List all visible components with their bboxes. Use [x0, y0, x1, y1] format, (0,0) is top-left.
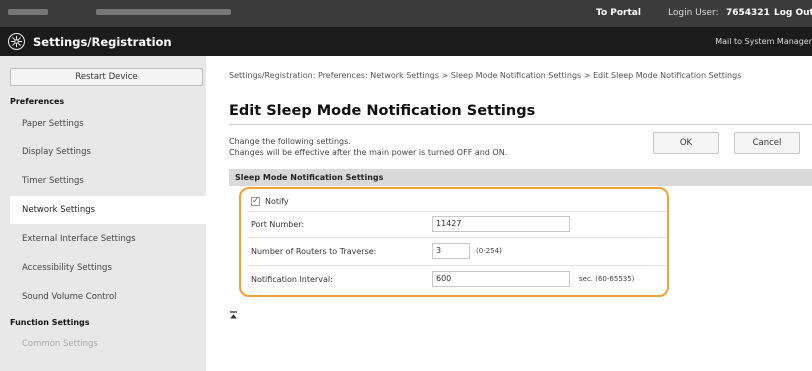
sidebar-item-sound-volume-control[interactable]: Sound Volume Control: [10, 283, 206, 311]
sidebar-item-network-settings[interactable]: Network Settings: [10, 196, 206, 224]
description-line-2: Changes will be effective after the main…: [229, 148, 508, 157]
sidebar: Restart Device Preferences Paper Setting…: [0, 56, 206, 371]
page-app-title: Settings/Registration: [33, 35, 172, 49]
blurred-text: [8, 9, 48, 15]
sidebar-item-common-settings[interactable]: Common Settings: [10, 330, 206, 358]
routers-range-hint: (0-254): [476, 247, 502, 255]
notify-label: Notify: [265, 197, 289, 206]
row-divider: [247, 211, 667, 212]
notification-interval-input[interactable]: 600: [432, 271, 570, 287]
title-bar: Settings/Registration Mail to System Man…: [0, 27, 812, 56]
interval-range-hint: sec. (60-65535): [579, 275, 635, 283]
port-number-label: Port Number:: [251, 220, 305, 229]
description-text: Change the following settings. Changes w…: [229, 136, 507, 158]
mail-to-system-manager-link[interactable]: Mail to System Manager: [715, 37, 812, 46]
sidebar-item-timer-settings[interactable]: Timer Settings: [10, 167, 206, 195]
ok-button[interactable]: OK: [653, 132, 719, 154]
top-bar: To Portal Login User: 7654321 Log Out: [0, 0, 812, 27]
routers-to-traverse-input[interactable]: 3: [432, 243, 470, 259]
cancel-button[interactable]: Cancel: [734, 132, 800, 154]
notify-checkbox[interactable]: ✓: [251, 196, 260, 206]
description-line-1: Change the following settings.: [229, 137, 351, 146]
row-divider: [247, 265, 667, 266]
sidebar-heading-preferences: Preferences: [10, 97, 65, 106]
restart-device-button[interactable]: Restart Device: [10, 68, 203, 86]
title-divider: [229, 124, 812, 125]
to-portal-link[interactable]: To Portal: [596, 8, 641, 18]
settings-logo-icon: [8, 33, 25, 50]
sidebar-heading-function-settings: Function Settings: [10, 318, 90, 327]
sidebar-item-display-settings[interactable]: Display Settings: [10, 138, 206, 166]
section-header: Sleep Mode Notification Settings: [229, 169, 812, 186]
logout-link[interactable]: Log Out: [774, 8, 812, 18]
login-user-value: 7654321: [726, 8, 770, 18]
routers-to-traverse-label: Number of Routers to Traverse:: [251, 247, 377, 256]
breadcrumb: Settings/Registration: Preferences: Netw…: [229, 71, 742, 80]
port-number-input[interactable]: 11427: [432, 216, 570, 232]
main-content: Settings/Registration: Preferences: Netw…: [206, 56, 812, 371]
blurred-text: [96, 9, 231, 15]
page-title: Edit Sleep Mode Notification Settings: [229, 103, 536, 119]
scroll-to-top-icon[interactable]: [229, 311, 238, 323]
checkmark-icon: ✓: [252, 196, 260, 206]
row-divider: [247, 237, 667, 238]
sidebar-item-accessibility-settings[interactable]: Accessibility Settings: [10, 254, 206, 282]
login-user-label: Login User:: [668, 8, 719, 18]
sidebar-item-external-interface-settings[interactable]: External Interface Settings: [10, 225, 206, 253]
sidebar-item-paper-settings[interactable]: Paper Settings: [10, 110, 206, 138]
notification-interval-label: Notification Interval:: [251, 275, 333, 284]
